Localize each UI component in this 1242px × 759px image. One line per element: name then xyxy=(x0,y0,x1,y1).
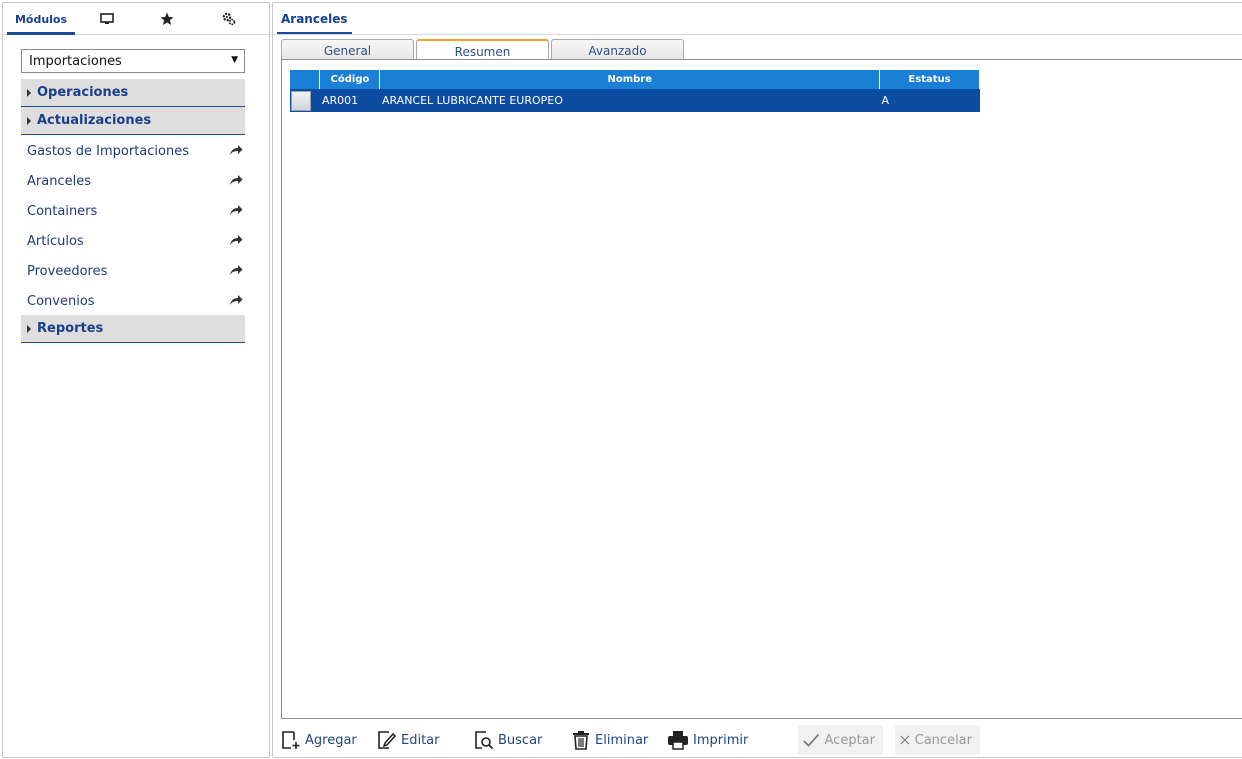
edit-icon xyxy=(378,731,397,749)
row-select-box[interactable] xyxy=(291,90,311,111)
section-reportes[interactable]: Reportes xyxy=(21,315,245,343)
editar-label: Editar xyxy=(401,732,440,748)
menu-item-label: Aranceles xyxy=(27,173,91,189)
section-operaciones[interactable]: Operaciones xyxy=(21,79,245,107)
modules-tabbar: Módulos xyxy=(3,3,269,35)
aranceles-panel: Aranceles General Resumen Avanzado Códig… xyxy=(272,2,1242,758)
modules-panel: Módulos Importaciones ▼ Operaciones Actu… xyxy=(2,2,270,758)
menu-item-label: Artículos xyxy=(27,233,84,249)
col-nombre-header[interactable]: Nombre xyxy=(379,70,881,89)
trash-icon xyxy=(573,731,589,750)
tab-monitor[interactable] xyxy=(95,3,119,35)
eliminar-button[interactable]: Eliminar xyxy=(571,725,648,755)
imprimir-label: Imprimir xyxy=(693,732,749,748)
tab-general[interactable]: General xyxy=(281,39,414,61)
col-estatus-header[interactable]: Estatus xyxy=(879,70,980,89)
menu-item-label: Gastos de Importaciones xyxy=(27,143,189,159)
cell-estatus: A xyxy=(879,89,980,112)
agregar-label: Agregar xyxy=(305,732,357,748)
tab-settings[interactable] xyxy=(217,3,241,35)
title-divider xyxy=(273,34,1242,35)
menu-item-proveedores[interactable]: Proveedores xyxy=(27,260,245,282)
checkmark-icon xyxy=(803,733,820,747)
section-actualizaciones-label: Actualizaciones xyxy=(37,113,152,128)
monitor-icon xyxy=(100,13,114,24)
section-actualizaciones[interactable]: Actualizaciones xyxy=(21,107,245,135)
agregar-button[interactable]: Agregar xyxy=(281,725,357,755)
tab-content: Código Nombre Estatus AR001 ARANCEL LUBR… xyxy=(281,59,1242,719)
imprimir-button[interactable]: Imprimir xyxy=(667,725,748,755)
editar-button[interactable]: Editar xyxy=(377,725,440,755)
close-icon xyxy=(900,735,910,745)
section-operaciones-label: Operaciones xyxy=(37,85,129,100)
menu-item-containers[interactable]: Containers xyxy=(27,200,245,222)
add-icon xyxy=(282,731,300,749)
dropdown-arrow-icon: ▼ xyxy=(231,55,238,65)
aceptar-button[interactable]: Aceptar xyxy=(798,725,883,755)
module-select[interactable]: Importaciones ▼ xyxy=(21,49,245,73)
eliminar-label: Eliminar xyxy=(595,732,649,748)
share-arrow-icon xyxy=(230,175,243,185)
menu-item-aranceles[interactable]: Aranceles xyxy=(27,170,245,192)
col-codigo-header[interactable]: Código xyxy=(319,70,381,89)
aranceles-grid: Código Nombre Estatus AR001 ARANCEL LUBR… xyxy=(290,70,980,112)
section-reportes-label: Reportes xyxy=(37,321,104,336)
aceptar-label: Aceptar xyxy=(824,732,875,748)
cell-nombre: ARANCEL LUBRICANTE EUROPEO xyxy=(379,89,880,112)
panel-title-tab[interactable]: Aranceles xyxy=(277,3,352,35)
search-icon xyxy=(475,731,494,750)
expand-arrow-icon xyxy=(27,324,31,333)
share-arrow-icon xyxy=(230,295,243,305)
cancelar-label: Cancelar xyxy=(914,732,972,748)
tab-modulos[interactable]: Módulos xyxy=(7,3,75,35)
share-arrow-icon xyxy=(230,205,243,215)
menu-item-convenios[interactable]: Convenios xyxy=(27,290,245,312)
share-arrow-icon xyxy=(230,265,243,275)
gear-icon xyxy=(222,12,236,26)
menu-item-label: Containers xyxy=(27,203,98,219)
row-selector[interactable] xyxy=(290,89,320,112)
menu-item-articulos[interactable]: Artículos xyxy=(27,230,245,252)
table-row[interactable]: AR001 ARANCEL LUBRICANTE EUROPEO A xyxy=(290,89,980,112)
col-select-header xyxy=(290,70,321,89)
print-icon xyxy=(668,731,688,750)
share-arrow-icon xyxy=(230,235,243,245)
buscar-button[interactable]: Buscar xyxy=(474,725,542,755)
menu-item-label: Proveedores xyxy=(27,263,108,279)
tab-favorites[interactable] xyxy=(155,3,179,35)
expand-arrow-icon xyxy=(27,88,31,97)
menu-item-label: Convenios xyxy=(27,293,95,309)
cancelar-button[interactable]: Cancelar xyxy=(895,725,980,755)
tab-avanzado[interactable]: Avanzado xyxy=(551,39,684,61)
share-arrow-icon xyxy=(230,145,243,155)
expand-arrow-icon xyxy=(27,116,31,125)
module-select-value: Importaciones xyxy=(29,53,122,69)
star-icon xyxy=(160,12,174,25)
cell-codigo: AR001 xyxy=(319,89,380,112)
buscar-label: Buscar xyxy=(498,732,543,748)
menu-item-gastos-importaciones[interactable]: Gastos de Importaciones xyxy=(27,140,245,162)
